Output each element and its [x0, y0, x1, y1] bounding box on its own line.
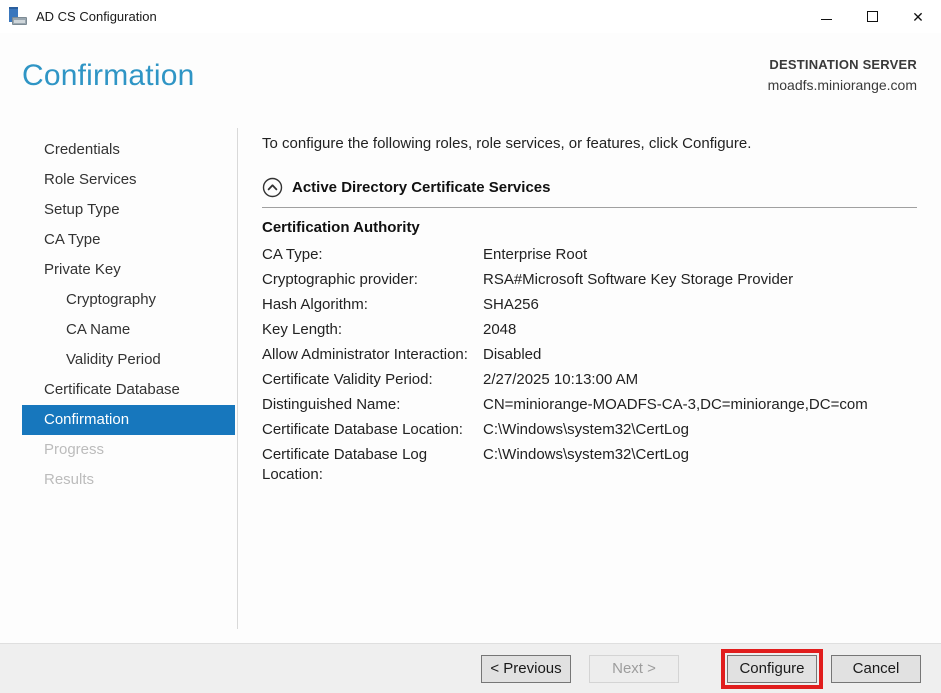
field-value: Enterprise Root	[483, 245, 917, 265]
sidebar-item-label: CA Type	[44, 231, 100, 248]
sidebar-item-label: Results	[44, 471, 94, 488]
wizard-footer: < Previous Next > Configure Cancel	[0, 643, 941, 693]
sidebar-item-label: Setup Type	[44, 201, 120, 218]
sidebar-item-label: Credentials	[44, 141, 120, 158]
field-label: Allow Administrator Interaction:	[262, 345, 483, 365]
close-icon: ✕	[912, 10, 924, 24]
field-value: SHA256	[483, 295, 917, 315]
field-distinguished-name: Distinguished Name: CN=miniorange-MOADFS…	[262, 395, 917, 415]
wizard-header: Confirmation DESTINATION SERVER moadfs.m…	[0, 33, 941, 119]
field-certificate-database-location: Certificate Database Location: C:\Window…	[262, 420, 917, 440]
sidebar-item-setup-type[interactable]: Setup Type	[22, 195, 235, 225]
sidebar-item-credentials[interactable]: Credentials	[22, 135, 235, 165]
destination-server-label: DESTINATION SERVER	[768, 57, 917, 72]
wizard-body: Credentials Role Services Setup Type CA …	[0, 119, 941, 643]
sidebar-item-ca-name[interactable]: CA Name	[22, 315, 235, 345]
page-title: Confirmation	[22, 59, 194, 93]
destination-server-name: moadfs.miniorange.com	[768, 77, 917, 93]
sidebar-item-label: Cryptography	[66, 291, 156, 308]
field-certificate-database-log-location: Certificate Database Log Location: C:\Wi…	[262, 445, 917, 485]
chevron-up-circle-icon[interactable]	[262, 177, 283, 198]
sidebar-item-label: Confirmation	[44, 411, 129, 428]
sidebar-item-label: Role Services	[44, 171, 137, 188]
sidebar-item-progress: Progress	[22, 435, 235, 465]
section-divider	[262, 207, 917, 208]
confirmation-content: To configure the following roles, role s…	[237, 119, 941, 643]
minimize-icon	[821, 19, 832, 20]
sidebar-item-validity-period[interactable]: Validity Period	[22, 345, 235, 375]
previous-button[interactable]: < Previous	[481, 655, 571, 683]
sidebar-item-role-services[interactable]: Role Services	[22, 165, 235, 195]
field-label: Certificate Database Log Location:	[262, 445, 483, 485]
title-bar: AD CS Configuration ✕	[0, 0, 941, 33]
close-button[interactable]: ✕	[895, 0, 941, 33]
field-label: Key Length:	[262, 320, 483, 340]
field-value: C:\Windows\system32\CertLog	[483, 420, 917, 440]
sidebar-item-results: Results	[22, 465, 235, 495]
field-value: RSA#Microsoft Software Key Storage Provi…	[483, 270, 917, 290]
maximize-icon	[867, 11, 878, 22]
field-allow-admin-interaction: Allow Administrator Interaction: Disable…	[262, 345, 917, 365]
field-label: CA Type:	[262, 245, 483, 265]
destination-server-block: DESTINATION SERVER moadfs.miniorange.com	[768, 57, 917, 93]
minimize-button[interactable]	[803, 0, 849, 33]
field-key-length: Key Length: 2048	[262, 320, 917, 340]
intro-text: To configure the following roles, role s…	[262, 133, 917, 155]
field-label: Distinguished Name:	[262, 395, 483, 415]
field-cryptographic-provider: Cryptographic provider: RSA#Microsoft So…	[262, 270, 917, 290]
cancel-button[interactable]: Cancel	[831, 655, 921, 683]
sidebar-item-ca-type[interactable]: CA Type	[22, 225, 235, 255]
field-value: 2/27/2025 10:13:00 AM	[483, 370, 917, 390]
annotation-highlight-box: Configure	[721, 649, 823, 689]
field-value: CN=miniorange-MOADFS-CA-3,DC=miniorange,…	[483, 395, 917, 415]
summary-fields: CA Type: Enterprise Root Cryptographic p…	[262, 245, 917, 485]
sidebar-item-certificate-database[interactable]: Certificate Database	[22, 375, 235, 405]
app-icon	[9, 7, 29, 26]
sidebar-item-cryptography[interactable]: Cryptography	[22, 285, 235, 315]
maximize-button[interactable]	[849, 0, 895, 33]
sidebar-item-private-key[interactable]: Private Key	[22, 255, 235, 285]
adcs-section-header[interactable]: Active Directory Certificate Services	[262, 177, 917, 198]
sidebar-item-label: Validity Period	[66, 351, 161, 368]
sidebar-item-label: CA Name	[66, 321, 130, 338]
adcs-section-title: Active Directory Certificate Services	[292, 179, 550, 196]
field-ca-type: CA Type: Enterprise Root	[262, 245, 917, 265]
sidebar-item-label: Certificate Database	[44, 381, 180, 398]
window-title: AD CS Configuration	[36, 9, 157, 24]
sidebar-item-confirmation[interactable]: Confirmation	[22, 405, 235, 435]
field-label: Certificate Database Location:	[262, 420, 483, 440]
window-controls: ✕	[803, 0, 941, 33]
field-value: C:\Windows\system32\CertLog	[483, 445, 917, 485]
sidebar-item-label: Progress	[44, 441, 104, 458]
field-label: Certificate Validity Period:	[262, 370, 483, 390]
field-label: Cryptographic provider:	[262, 270, 483, 290]
sidebar-divider	[237, 128, 238, 629]
wizard-steps-sidebar: Credentials Role Services Setup Type CA …	[0, 119, 237, 643]
field-hash-algorithm: Hash Algorithm: SHA256	[262, 295, 917, 315]
certification-authority-heading: Certification Authority	[262, 219, 917, 236]
sidebar-item-label: Private Key	[44, 261, 121, 278]
field-value: Disabled	[483, 345, 917, 365]
field-value: 2048	[483, 320, 917, 340]
configure-button[interactable]: Configure	[727, 655, 817, 683]
next-button: Next >	[589, 655, 679, 683]
field-certificate-validity-period: Certificate Validity Period: 2/27/2025 1…	[262, 370, 917, 390]
field-label: Hash Algorithm:	[262, 295, 483, 315]
